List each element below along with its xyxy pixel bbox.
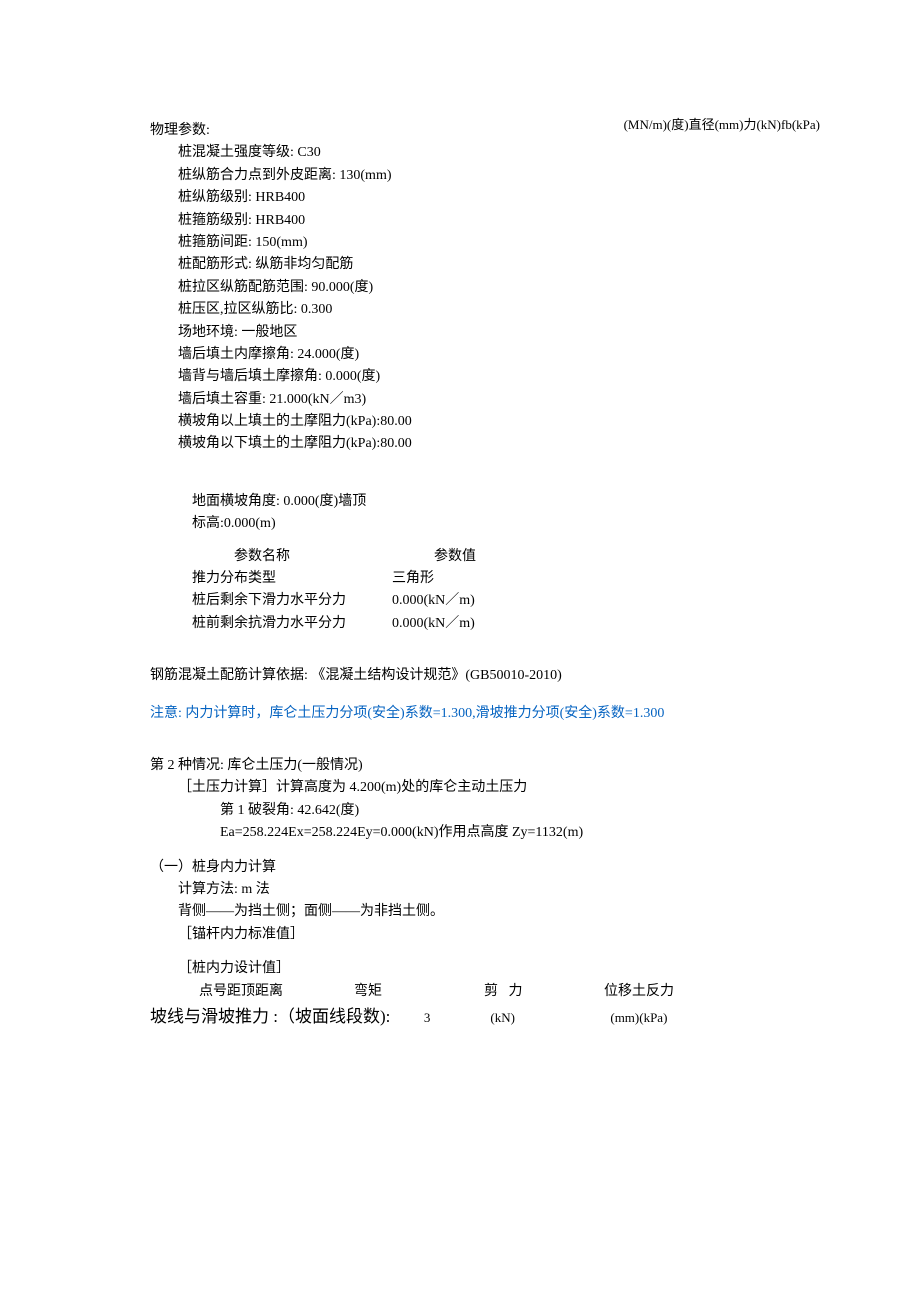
param-item: 墙后填土容重: 21.000(kN／m3) [178, 389, 800, 411]
fh-shear-a: 剪 [484, 984, 498, 999]
param-table-row: 桩前剩余抗滑力水平分力 0.000(kN／m) [192, 613, 800, 635]
param-item: 桩混凝土强度等级: C30 [178, 142, 800, 164]
sides-desc: 背侧——为挡土侧；面侧——为非挡土侧。 [150, 901, 800, 923]
param-item: 横坡角以下填土的土摩阻力(kPa):80.00 [178, 433, 800, 455]
param-item: 桩箍筋级别: HRB400 [178, 210, 800, 232]
param-name: 桩后剩余下滑力水平分力 [192, 590, 392, 612]
header-units: (MN/m)(度)直径(mm)力(kN)fb(kPa) [624, 115, 820, 136]
param-item: 桩拉区纵筋配筋范围: 90.000(度) [178, 277, 800, 299]
fh-shear-b: 力 [509, 984, 523, 999]
fh-moment: 弯矩 [354, 981, 484, 1003]
param-item: 桩纵筋合力点到外皮距离: 130(mm) [178, 165, 800, 187]
crack-angle: 第 1 破裂角: 42.642(度) [150, 800, 800, 822]
pile-calc-title: （一）桩身内力计算 [150, 857, 800, 879]
param-value: 0.000(kN／m) [392, 590, 552, 612]
fh-shear: 剪 力 [484, 981, 604, 1003]
design-label: ［桩内力设计值］ [150, 958, 800, 980]
document-page: (MN/m)(度)直径(mm)力(kN)fb(kPa) 物理参数: 桩混凝土强度… [0, 0, 920, 1301]
calc-method: 计算方法: m 法 [150, 879, 800, 901]
anchor-label: ［锚杆内力标准值］ [150, 924, 800, 946]
param-value: 三角形 [392, 568, 552, 590]
bottom-row: 坡线与滑坡推力 :（坡面线段数): 3 (kN) (mm)(kPa) [150, 1003, 800, 1030]
slope-sub-block: 地面横坡角度: 0.000(度)墙顶 标高:0.000(m) [150, 491, 800, 536]
param-table: 参数名称 参数值 推力分布类型 三角形 桩后剩余下滑力水平分力 0.000(kN… [150, 546, 800, 636]
soil-calc-label: ［土压力计算］计算高度为 4.200(m)处的库仑主动土压力 [150, 777, 800, 799]
param-table-header-value: 参数值 [434, 546, 594, 568]
pile-calc-block: （一）桩身内力计算 计算方法: m 法 背侧——为挡土侧；面侧——为非挡土侧。 … [150, 857, 800, 1031]
param-item: 桩配筋形式: 纵筋非均匀配筋 [178, 254, 800, 276]
fh-disp: 位移土反力 [604, 981, 734, 1003]
unit-kn: (kN) [490, 1008, 545, 1029]
fh-point: 点号距顶距离 [199, 981, 354, 1003]
param-item: 桩压区,拉区纵筋比: 0.300 [178, 299, 800, 321]
ea-line: Ea=258.224Ex=258.224Ey=0.000(kN)作用点高度 Zy… [150, 822, 800, 844]
param-value: 0.000(kN／m) [392, 613, 552, 635]
param-table-header: 参数名称 参数值 [192, 546, 800, 568]
param-item: 墙后填土内摩擦角: 24.000(度) [178, 344, 800, 366]
unit-mm-kpa: (mm)(kPa) [610, 1008, 667, 1029]
param-item: 桩箍筋间距: 150(mm) [178, 232, 800, 254]
param-table-row: 桩后剩余下滑力水平分力 0.000(kN／m) [192, 590, 800, 612]
param-item: 横坡角以上填土的土摩阻力(kPa):80.00 [178, 411, 800, 433]
design-basis: 钢筋混凝土配筋计算依据: 《混凝土结构设计规范》(GB50010-2010) [150, 665, 800, 687]
param-name: 推力分布类型 [192, 568, 392, 590]
physical-params-list: 桩混凝土强度等级: C30 桩纵筋合力点到外皮距离: 130(mm) 桩纵筋级别… [150, 142, 800, 455]
param-item: 桩纵筋级别: HRB400 [178, 187, 800, 209]
param-item: 墙背与墙后填土摩擦角: 0.000(度) [178, 366, 800, 388]
sub-line: 标高:0.000(m) [192, 513, 800, 535]
force-header-row: 点号距顶距离 弯矩 剪 力 位移土反力 [150, 981, 800, 1003]
param-table-row: 推力分布类型 三角形 [192, 568, 800, 590]
case-2-title: 第 2 种情况: 库仑土压力(一般情况) [150, 755, 800, 777]
slope-seg-count: 3 [390, 1008, 430, 1029]
slope-thrust-title: 坡线与滑坡推力 :（坡面线段数): [150, 1003, 390, 1030]
sub-line: 地面横坡角度: 0.000(度)墙顶 [192, 491, 800, 513]
param-name: 桩前剩余抗滑力水平分力 [192, 613, 392, 635]
param-table-header-name: 参数名称 [192, 546, 434, 568]
case-2-block: 第 2 种情况: 库仑土压力(一般情况) ［土压力计算］计算高度为 4.200(… [150, 755, 800, 845]
param-item: 场地环境: 一般地区 [178, 322, 800, 344]
note-line: 注意: 内力计算时，库仑土压力分项(安全)系数=1.300,滑坡推力分项(安全)… [150, 703, 800, 725]
